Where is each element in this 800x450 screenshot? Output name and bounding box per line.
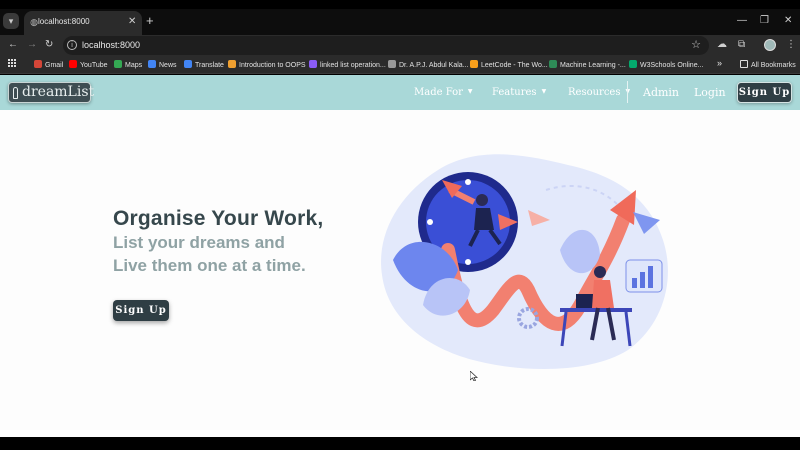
w3schools-icon (629, 60, 637, 68)
clock-dot (427, 219, 433, 225)
bookmarks-overflow-icon[interactable]: » (717, 58, 722, 68)
nav-signup-button[interactable]: Sign Up (737, 82, 792, 103)
folder-icon (740, 60, 748, 68)
youtube-icon (69, 60, 77, 68)
logo-text: dreamList (22, 84, 95, 100)
bookmark-news[interactable]: News (148, 60, 177, 69)
bookmark-translate[interactable]: Translate (184, 60, 224, 69)
bookmark-w3schools[interactable]: W3Schools Online... (629, 60, 703, 69)
tab-search-icon[interactable]: ▾ (3, 13, 19, 29)
back-icon[interactable]: ← (8, 38, 18, 52)
news-icon (148, 60, 156, 68)
bookmark-abdul-kalam[interactable]: Dr. A.P.J. Abdul Kala... (388, 60, 469, 69)
browser-toolbar: ← → ↻ i localhost:8000 ☆ ☁ ⧉ ⋮ (0, 35, 800, 56)
linked-list-site-icon (309, 60, 317, 68)
bookmarks-bar: Gmail YouTube Maps News Translate Introd… (0, 56, 800, 74)
mouse-cursor-icon (470, 371, 478, 381)
productivity-illustration (381, 154, 668, 370)
caret-down-icon: ▼ (541, 88, 547, 95)
nav-divider (627, 81, 628, 103)
translate-icon (184, 60, 192, 68)
reload-icon[interactable]: ↻ (45, 38, 53, 52)
close-tab-icon[interactable]: ✕ (128, 16, 136, 27)
bookmark-star-icon[interactable]: ☆ (691, 38, 701, 51)
caret-down-icon: ▼ (467, 88, 473, 95)
address-bar[interactable]: i localhost:8000 ☆ (63, 36, 709, 55)
close-window-icon[interactable]: ✕ (784, 15, 792, 26)
logo-mark-icon (13, 87, 18, 99)
clock-dot (465, 259, 471, 265)
bookmark-machine-learning[interactable]: Machine Learning -... (549, 60, 626, 69)
site-navbar: dreamList Made For▼ Features▼ Resources▼… (0, 75, 800, 110)
clock-dot (465, 179, 471, 185)
nav-made-for[interactable]: Made For ▼ (414, 87, 473, 98)
url-text: localhost:8000 (82, 40, 141, 50)
web-page: dreamList Made For▼ Features▼ Resources▼… (0, 75, 800, 437)
site-info-icon[interactable]: i (67, 40, 77, 50)
dreamlist-logo[interactable]: dreamList (8, 82, 95, 103)
profile-avatar[interactable] (764, 39, 776, 51)
chart-bar (640, 272, 645, 288)
chart-bar (648, 266, 653, 288)
bookmark-maps[interactable]: Maps (114, 60, 142, 69)
oops-site-icon (228, 60, 236, 68)
new-tab-icon[interactable]: + (146, 14, 154, 27)
laptop (576, 294, 594, 308)
nav-resources[interactable]: Resources▼ (568, 87, 630, 98)
browser-tab[interactable]: ◍ localhost:8000 ✕ (24, 11, 142, 35)
hero-title: Organise Your Work, (113, 207, 324, 230)
restore-icon[interactable]: ❐ (760, 15, 769, 26)
nav-login[interactable]: Login (694, 86, 726, 99)
bookmark-youtube[interactable]: YouTube (69, 60, 108, 69)
ml-site-icon (549, 60, 557, 68)
woman-head (594, 266, 606, 278)
hero-signup-button[interactable]: Sign Up (113, 300, 169, 321)
chart-bar (632, 278, 637, 288)
bookmark-oops[interactable]: Introduction to OOPS (228, 60, 306, 69)
bookmark-gmail[interactable]: Gmail (34, 60, 63, 69)
extensions-icon[interactable]: ⧉ (738, 39, 745, 50)
hero-subtitle-line2: Live them one at a time. (113, 256, 306, 275)
bookmark-leetcode[interactable]: LeetCode - The Wo... (470, 60, 548, 69)
man-head (476, 194, 488, 206)
gmail-icon (34, 60, 42, 68)
nav-features[interactable]: Features ▼ (492, 87, 546, 98)
apps-grid-icon[interactable] (8, 59, 17, 68)
bookmark-linked-list[interactable]: linked list operation... (309, 60, 386, 69)
cast-icon[interactable]: ☁ (717, 39, 727, 50)
maps-icon (114, 60, 122, 68)
hero-subtitle-line1: List your dreams and (113, 233, 285, 252)
all-bookmarks[interactable]: All Bookmarks (740, 60, 796, 69)
screen-bottom-bar (0, 437, 800, 450)
menu-dots-icon[interactable]: ⋮ (786, 39, 796, 50)
leetcode-icon (470, 60, 478, 68)
nav-admin[interactable]: Admin (643, 86, 679, 99)
forward-icon[interactable]: → (27, 38, 37, 52)
browser-tab-strip: ▾ ◍ localhost:8000 ✕ + — ❐ ✕ (0, 9, 800, 35)
minimize-icon[interactable]: — (737, 15, 747, 26)
tab-title: localhost:8000 (38, 17, 90, 26)
kalam-site-icon (388, 60, 396, 68)
